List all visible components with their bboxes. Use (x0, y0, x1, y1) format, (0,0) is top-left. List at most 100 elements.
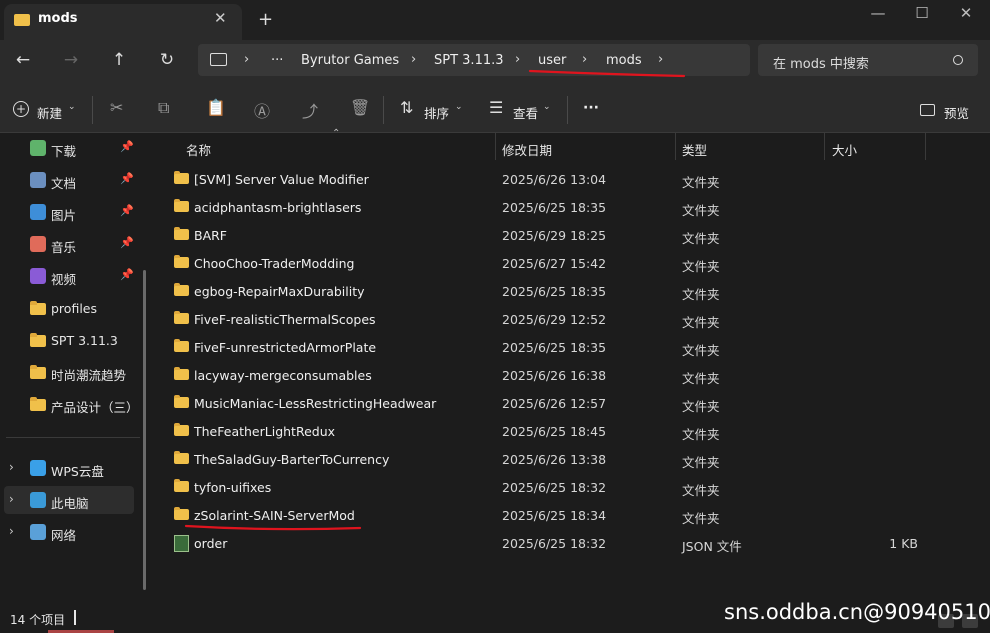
file-row[interactable]: acidphantasm-brightlasers 2025/6/25 18:35… (166, 193, 926, 221)
file-row[interactable]: MusicManiac-LessRestrictingHeadwear 2025/… (166, 389, 926, 417)
column-divider[interactable] (675, 133, 676, 160)
file-row[interactable]: tyfon-uifixes 2025/6/25 18:32 文件夹 (166, 473, 926, 501)
sidebar-item-6[interactable]: SPT 3.11.3 (0, 326, 145, 354)
rename-icon[interactable]: Ⓐ (254, 98, 270, 122)
up-arrow-icon[interactable]: ↑ (105, 50, 133, 74)
share-icon[interactable]: ⤴ (302, 98, 318, 122)
sidebar-item-4[interactable]: 视频 📌 (0, 262, 145, 290)
sort-button[interactable]: 排序 (424, 103, 449, 122)
file-name: order (194, 536, 228, 551)
new-button[interactable]: 新建 (37, 103, 62, 122)
maximize-icon[interactable]: ☐ (902, 4, 942, 22)
sidebar-item-5[interactable]: profiles (0, 294, 145, 322)
sidebar-item-7[interactable]: 时尚潮流趋势 (0, 358, 145, 386)
close-tab-icon[interactable]: ✕ (214, 9, 227, 27)
file-type: 文件夹 (682, 427, 720, 442)
file-date: 2025/6/25 18:32 (502, 480, 607, 495)
sidebar-root-1[interactable]: › 此电脑 (4, 486, 134, 514)
column-name[interactable]: 名称 (186, 140, 211, 159)
view-button[interactable]: 查看 (513, 103, 538, 122)
folder-icon (14, 14, 30, 26)
file-type: 文件夹 (682, 511, 720, 526)
file-row[interactable]: order 2025/6/25 18:32 JSON 文件 1 KB (166, 529, 926, 557)
file-row[interactable]: zSolarint-SAIN-ServerMod 2025/6/25 18:34 文… (166, 501, 926, 529)
file-date: 2025/6/27 15:42 (502, 256, 607, 271)
sidebar-root-2[interactable]: › 网络 (4, 518, 134, 546)
item-count: 14 个项目 (10, 613, 66, 627)
breadcrumb-overflow[interactable]: ··· (271, 53, 283, 68)
file-row[interactable]: TheFeatherLightRedux 2025/6/25 18:45 文件夹 (166, 417, 926, 445)
breadcrumb-byrutor-games[interactable]: Byrutor Games (301, 53, 399, 68)
file-row[interactable]: ChooChoo-TraderModding 2025/6/27 15:42 文件夹 (166, 249, 926, 277)
minimize-icon[interactable]: — (858, 4, 898, 22)
file-row[interactable]: egbog-RepairMaxDurability 2025/6/25 18:35… (166, 277, 926, 305)
column-type[interactable]: 类型 (682, 140, 707, 159)
new-icon: + (13, 101, 29, 117)
file-type: JSON 文件 (682, 539, 742, 554)
file-row[interactable]: FiveF-realisticThermalScopes 2025/6/29 12… (166, 305, 926, 333)
folder-icon (174, 311, 189, 324)
folder-icon (174, 339, 189, 352)
pin-icon[interactable]: 📌 (120, 204, 134, 217)
paste-icon[interactable]: 📋 (206, 98, 226, 117)
column-divider[interactable] (495, 133, 496, 160)
file-name: egbog-RepairMaxDurability (194, 284, 365, 299)
file-name: tyfon-uifixes (194, 480, 272, 495)
column-divider[interactable] (824, 133, 825, 160)
file-row[interactable]: [SVM] Server Value Modifier 2025/6/26 13:… (166, 165, 926, 193)
pin-icon[interactable]: 📌 (120, 236, 134, 249)
file-row[interactable]: lacyway-mergeconsumables 2025/6/26 16:38 文… (166, 361, 926, 389)
file-type: 文件夹 (682, 203, 720, 218)
more-options-button[interactable]: ··· (583, 100, 599, 116)
chevron-down-icon: ⌄ (543, 102, 551, 112)
folder-icon (174, 227, 189, 240)
sidebar-item-3[interactable]: 音乐 📌 (0, 230, 145, 258)
breadcrumb-spt[interactable]: SPT 3.11.3 (434, 53, 504, 68)
column-header (156, 133, 990, 161)
breadcrumb-user[interactable]: user (538, 53, 566, 68)
chevron-down-icon: ⌄ (68, 102, 76, 112)
folder-icon (174, 423, 189, 436)
pin-icon[interactable]: 📌 (120, 172, 134, 185)
pin-icon[interactable]: 📌 (120, 140, 134, 153)
back-arrow-icon[interactable]: ← (9, 50, 37, 74)
sidebar-scrollbar[interactable] (143, 270, 146, 590)
sidebar-root-0[interactable]: › WPS云盘 (4, 454, 134, 482)
sidebar-item-label: 视频 (51, 272, 77, 287)
chevron-right-icon[interactable]: › (9, 460, 14, 474)
breadcrumb-mods[interactable]: mods (606, 53, 642, 68)
column-divider[interactable] (925, 133, 926, 160)
copy-icon[interactable]: ⧉ (158, 98, 169, 118)
search-icon[interactable] (953, 55, 963, 65)
pin-icon[interactable]: 📌 (120, 268, 134, 281)
folder-icon (30, 301, 46, 315)
file-type: 文件夹 (682, 343, 720, 358)
sidebar-item-2[interactable]: 图片 📌 (0, 198, 145, 226)
chevron-right-icon[interactable]: › (9, 524, 14, 538)
folder-icon (174, 367, 189, 380)
watermark: sns.oddba.cn@909405100 (724, 600, 990, 624)
close-window-icon[interactable]: ✕ (946, 4, 986, 22)
file-name: FiveF-realisticThermalScopes (194, 312, 376, 327)
chevron-right-icon: › (411, 52, 417, 67)
column-size[interactable]: 大小 (832, 140, 857, 159)
picture-icon (30, 204, 46, 220)
file-row[interactable]: FiveF-unrestrictedArmorPlate 2025/6/25 18… (166, 333, 926, 361)
delete-icon[interactable]: 🗑 (350, 98, 370, 117)
forward-arrow-icon[interactable]: → (57, 50, 85, 74)
chevron-right-icon[interactable]: › (9, 492, 14, 506)
sidebar-item-8[interactable]: 产品设计（三） (0, 390, 145, 418)
file-row[interactable]: TheSaladGuy-BarterToCurrency 2025/6/26 13… (166, 445, 926, 473)
file-date: 2025/6/26 13:04 (502, 172, 607, 187)
refresh-icon[interactable]: ↻ (153, 50, 181, 74)
cut-icon[interactable]: ✂ (110, 98, 123, 117)
new-tab-icon[interactable]: + (258, 9, 273, 30)
sidebar-item-0[interactable]: 下载 📌 (0, 134, 145, 162)
file-row[interactable]: BARF 2025/6/29 18:25 文件夹 (166, 221, 926, 249)
file-type: 文件夹 (682, 259, 720, 274)
chevron-right-icon[interactable]: › (658, 52, 663, 67)
preview-button[interactable]: 预览 (944, 103, 969, 122)
file-date: 2025/6/25 18:35 (502, 284, 607, 299)
column-date[interactable]: 修改日期 (502, 140, 552, 159)
sidebar-item-1[interactable]: 文档 📌 (0, 166, 145, 194)
